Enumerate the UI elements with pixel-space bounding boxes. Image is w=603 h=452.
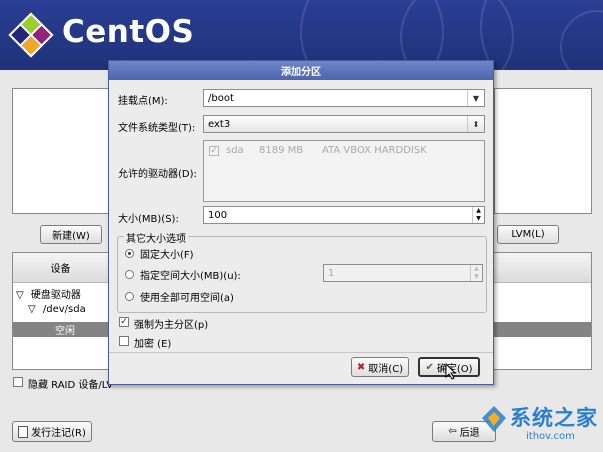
size-value: 100 — [208, 209, 228, 221]
expander-icon[interactable]: ▽ — [16, 290, 24, 301]
size-label: 大小(MB)(S): — [118, 214, 179, 225]
mount-point-value: /boot — [208, 92, 234, 104]
other-size-options-group: 其它大小选项 固定大小(F) 指定空间大小(MB)(u): 1 ▲ ▼ 使用全部可… — [117, 230, 487, 313]
spin-arrows-icon[interactable]: ▲ ▼ — [470, 265, 482, 281]
centos-logo-icon — [8, 12, 54, 58]
ok-icon: ✔ — [425, 361, 434, 373]
column-header[interactable] — [494, 253, 591, 283]
dropdown-arrow-icon[interactable]: ▼ — [467, 90, 484, 106]
mount-point-label: 挂载点(M): — [118, 96, 168, 107]
fill-all-label: 使用全部可用空间(a) — [140, 293, 234, 304]
fs-type-value: ext3 — [208, 118, 231, 130]
fixed-size-radio[interactable] — [125, 249, 134, 258]
fill-upto-label: 指定空间大小(MB)(u): — [140, 271, 241, 282]
dialog-separator — [109, 352, 493, 353]
release-notes-label: 发行注记(R) — [31, 428, 86, 439]
watermark-url: ithov.com — [526, 431, 575, 442]
cancel-button[interactable]: ✖ 取消(C) — [351, 357, 409, 377]
tree-row-hard-drives[interactable]: ▽ 硬盘驱动器 — [16, 286, 81, 301]
mount-point-combo[interactable]: /boot ▼ — [203, 89, 485, 107]
size-spinbox[interactable]: 100 ▲ ▼ — [203, 206, 485, 224]
release-notes-button[interactable]: 发行注记(R) — [12, 421, 92, 442]
encrypt-checkbox[interactable] — [119, 336, 129, 346]
mouse-cursor-icon — [445, 363, 457, 380]
encrypt-label: 加密 (E) — [134, 339, 172, 350]
disk-map-area — [494, 88, 592, 214]
dialog-title: 添加分区 — [109, 61, 493, 80]
new-partition-button[interactable]: 新建(W) — [40, 225, 102, 244]
tree-label: /dev/sda — [42, 304, 86, 315]
cancel-icon: ✖ — [356, 361, 366, 373]
back-arrow-icon: ⇦ — [448, 426, 457, 437]
fill-upto-value: 1 — [328, 267, 335, 279]
cancel-label: 取消(C) — [368, 363, 404, 375]
drive-size: 8189 MB — [259, 145, 304, 156]
allowed-drives-list[interactable]: ✓ sda 8189 MB ATA VBOX HARDDISK — [203, 140, 485, 202]
centos-logo-text: CentOS — [62, 14, 195, 50]
fixed-size-label: 固定大小(F) — [140, 250, 194, 261]
add-partition-dialog: 添加分区 挂载点(M): /boot ▼ 文件系统类型(T): ext3 ⬍ 允… — [108, 60, 494, 385]
group-title: 其它大小选项 — [124, 230, 188, 245]
fs-type-select[interactable]: ext3 ⬍ — [203, 115, 485, 133]
drive-checkbox[interactable]: ✓ — [209, 146, 219, 156]
drives-label: 允许的驱动器(D): — [118, 169, 197, 180]
fill-all-radio[interactable] — [125, 292, 134, 301]
force-primary-checkbox[interactable]: ✓ — [119, 317, 129, 327]
fill-upto-spinbox[interactable]: 1 ▲ ▼ — [323, 264, 483, 282]
watermark-logo-icon — [482, 406, 506, 432]
selected-row-fill — [494, 322, 591, 337]
spin-arrows-icon[interactable]: ▲ ▼ — [472, 207, 484, 223]
fs-type-label: 文件系统类型(T): — [118, 123, 196, 134]
tree-row-dev-sda[interactable]: ▽ /dev/sda — [28, 304, 86, 315]
force-primary-label: 强制为主分区(p) — [134, 320, 209, 331]
back-label: 后退 — [459, 428, 480, 439]
expander-icon[interactable]: ▽ — [28, 304, 36, 315]
document-icon — [18, 425, 29, 438]
tree-label: 硬盘驱动器 — [30, 290, 81, 301]
column-header-device[interactable]: 设备 — [13, 253, 108, 283]
fill-upto-radio[interactable] — [125, 270, 134, 279]
watermark-text: 系统之家 — [510, 406, 598, 430]
drive-name: sda — [226, 145, 244, 156]
drive-model: ATA VBOX HARDDISK — [322, 145, 427, 156]
disk-map-area — [12, 88, 110, 214]
lvm-button[interactable]: LVM(L) — [497, 225, 559, 244]
tree-label: 空闲 — [55, 326, 75, 337]
site-watermark: 系统之家 ithov.com — [480, 398, 602, 450]
updown-arrow-icon[interactable]: ⬍ — [467, 116, 484, 132]
hide-raid-checkbox[interactable] — [13, 377, 23, 387]
hide-raid-label: 隐藏 RAID 设备/LV — [28, 380, 114, 391]
tree-row-free-selected[interactable]: 空闲 — [13, 322, 109, 337]
